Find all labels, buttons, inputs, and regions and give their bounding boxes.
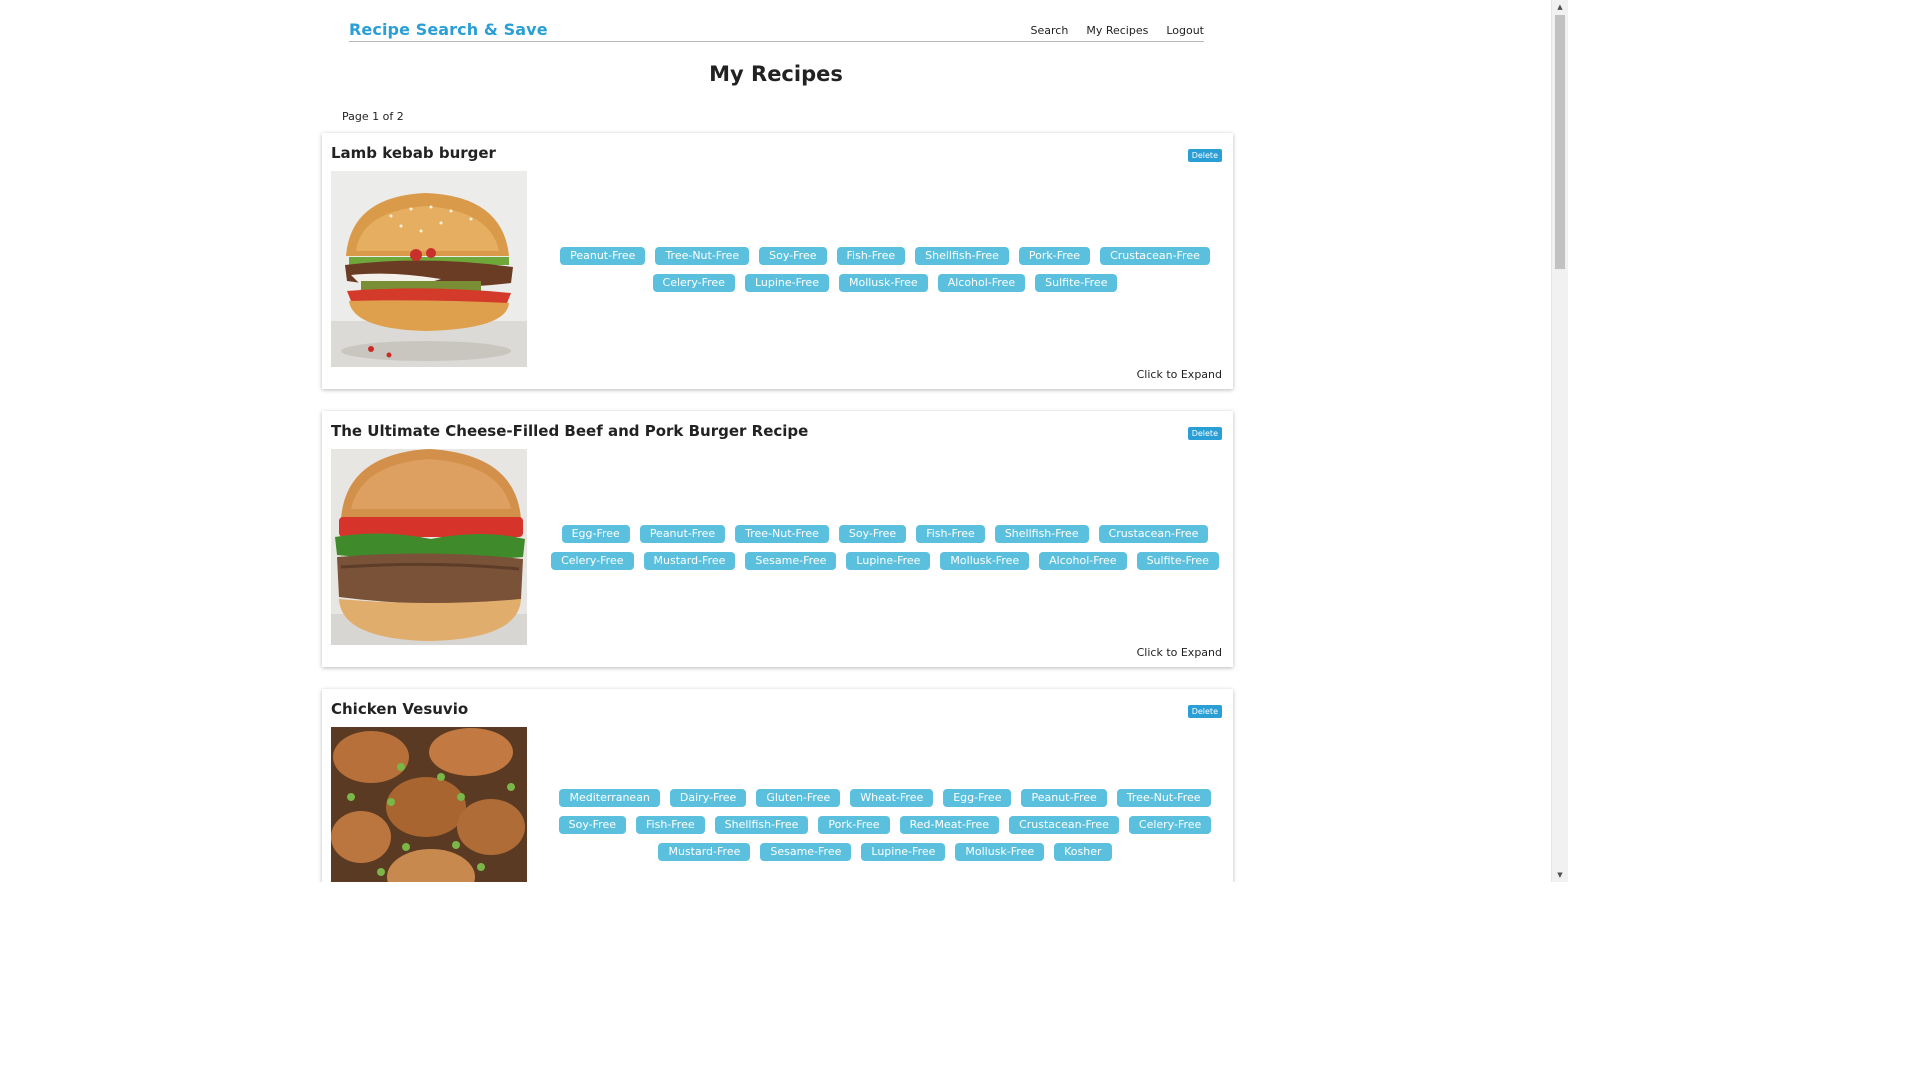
brand-link[interactable]: Recipe Search & Save: [349, 20, 548, 39]
tag: Sulfite-Free: [1035, 273, 1118, 292]
tag: Mollusk-Free: [940, 551, 1030, 570]
nav-links: Search My Recipes Logout: [1031, 24, 1204, 37]
recipe-tags: Mediterranean Dairy-Free Gluten-Free Whe…: [550, 727, 1220, 882]
tag: Red-Meat-Free: [899, 816, 1000, 834]
tag: Kosher: [1054, 843, 1112, 861]
tag: Sulfite-Free: [1136, 551, 1219, 570]
tag: Egg-Free: [561, 524, 630, 543]
tag: Tree-Nut-Free: [655, 246, 750, 265]
vertical-scrollbar[interactable]: ▲ ▼: [1551, 0, 1568, 882]
tag: Fish-Free: [916, 524, 985, 543]
tag: Lupine-Free: [744, 273, 829, 292]
tag: Mustard-Free: [658, 843, 751, 861]
triangle-up-icon[interactable]: ▲: [1552, 0, 1568, 14]
nav-search-link[interactable]: Search: [1031, 24, 1069, 37]
recipe-tags: Peanut-Free Tree-Nut-Free Soy-Free Fish-…: [550, 171, 1220, 367]
tag: Peanut-Free: [560, 246, 646, 265]
tag: Crustacean-Free: [1009, 816, 1119, 834]
tag: Wheat-Free: [850, 789, 934, 807]
expand-link[interactable]: Click to Expand: [1137, 368, 1222, 381]
page: Recipe Search & Save Search My Recipes L…: [0, 0, 1568, 882]
tag: Celery-Free: [1128, 816, 1212, 834]
recipe-card-chicken-vesuvio[interactable]: Chicken Vesuvio Delete Mediterranean Dai…: [322, 689, 1233, 882]
recipe-title: Lamb kebab burger: [331, 144, 496, 162]
tag: Lupine-Free: [846, 551, 931, 570]
delete-button[interactable]: Delete: [1187, 705, 1222, 718]
tag: Fish-Free: [636, 816, 705, 834]
tag: Alcohol-Free: [937, 273, 1026, 292]
tag: Tree-Nut-Free: [1116, 789, 1211, 807]
recipe-tags: Egg-Free Peanut-Free Tree-Nut-Free Soy-F…: [550, 449, 1220, 645]
tag: Soy-Free: [838, 524, 907, 543]
recipe-title: Chicken Vesuvio: [331, 700, 469, 718]
nav-logout-link[interactable]: Logout: [1166, 24, 1204, 37]
page-title: My Recipes: [709, 62, 843, 86]
recipe-title: The Ultimate Cheese-Filled Beef and Pork…: [331, 422, 809, 440]
tag: Pork-Free: [1018, 246, 1091, 265]
tag: Tree-Nut-Free: [735, 524, 829, 543]
tag: Soy-Free: [558, 816, 626, 834]
tag: Mollusk-Free: [955, 843, 1045, 861]
tag: Crustacean-Free: [1100, 246, 1210, 265]
tag: Mollusk-Free: [838, 273, 928, 292]
tag: Mustard-Free: [643, 551, 736, 570]
recipe-card-lamb-kebab-burger[interactable]: Lamb kebab burger Delete Peanut-Free Tre…: [322, 133, 1233, 389]
tag: Egg-Free: [943, 789, 1012, 807]
navbar: Recipe Search & Save Search My Recipes L…: [349, 18, 1204, 42]
tag: Celery-Free: [551, 551, 634, 570]
delete-button[interactable]: Delete: [1187, 149, 1222, 162]
tag: Sesame-Free: [745, 551, 837, 570]
tag: Lupine-Free: [861, 843, 946, 861]
recipe-image: [331, 449, 527, 645]
tag: Crustacean-Free: [1098, 524, 1209, 543]
tag: Dairy-Free: [669, 789, 747, 807]
tag: Mediterranean: [559, 789, 660, 807]
recipe-image: [331, 171, 527, 367]
recipe-card-cheese-filled-burger[interactable]: The Ultimate Cheese-Filled Beef and Pork…: [322, 411, 1233, 667]
tag: Shellfish-Free: [714, 816, 809, 834]
delete-button[interactable]: Delete: [1187, 427, 1222, 440]
recipe-image: [331, 727, 527, 882]
tag: Gluten-Free: [756, 789, 841, 807]
scrollbar-thumb[interactable]: [1555, 15, 1565, 269]
tag: Alcohol-Free: [1039, 551, 1127, 570]
tag: Celery-Free: [652, 273, 735, 292]
tag: Sesame-Free: [760, 843, 852, 861]
expand-link[interactable]: Click to Expand: [1137, 646, 1222, 659]
tag: Shellfish-Free: [915, 246, 1009, 265]
pagination-text: Page 1 of 2: [342, 110, 404, 123]
tag: Fish-Free: [836, 246, 906, 265]
triangle-down-icon[interactable]: ▼: [1552, 868, 1568, 882]
tag: Shellfish-Free: [994, 524, 1089, 543]
tag: Peanut-Free: [1021, 789, 1107, 807]
nav-my-recipes-link[interactable]: My Recipes: [1086, 24, 1148, 37]
tag: Peanut-Free: [639, 524, 726, 543]
tag: Pork-Free: [818, 816, 890, 834]
tag: Soy-Free: [759, 246, 827, 265]
